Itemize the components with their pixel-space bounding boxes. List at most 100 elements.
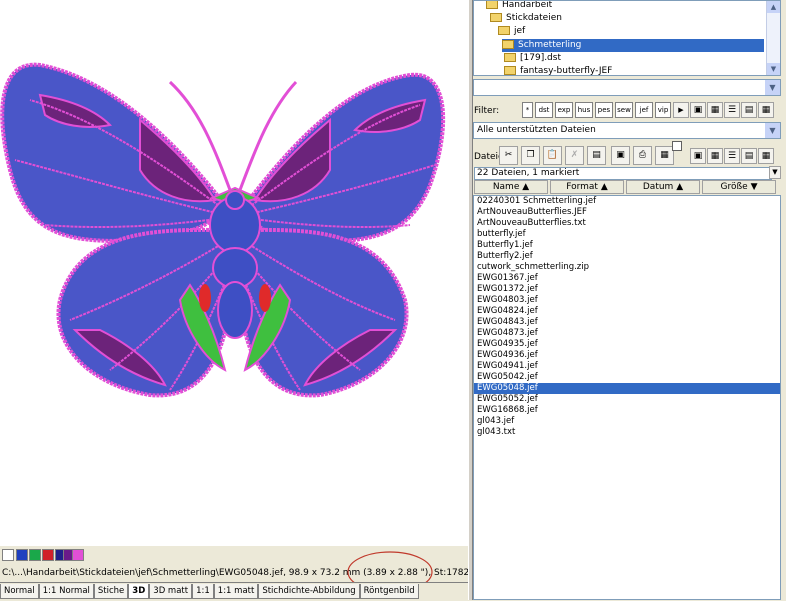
file-row[interactable]: 02240301 Schmetterling.jef bbox=[474, 196, 780, 207]
tree-item-label: Handarbeit bbox=[502, 0, 553, 10]
thumbnails-view-icon[interactable]: ▦ bbox=[758, 102, 774, 118]
new-folder-icon[interactable]: ▣ bbox=[611, 146, 630, 165]
filter-button[interactable]: sew bbox=[615, 102, 633, 118]
column-date[interactable]: Datum ▲ bbox=[626, 180, 700, 194]
embroidery-preview[interactable] bbox=[0, 0, 468, 546]
file-row[interactable]: EWG04936.jef bbox=[474, 350, 780, 361]
scroll-down-icon[interactable]: ▼ bbox=[767, 63, 780, 75]
right-forewing bbox=[242, 72, 446, 244]
view-tab[interactable]: 1:1 matt bbox=[213, 584, 259, 599]
filter-label: Filter: bbox=[474, 106, 500, 116]
details-view-icon[interactable]: ▤ bbox=[741, 102, 757, 118]
file-row[interactable]: butterfly.jef bbox=[474, 229, 780, 240]
chevron-down-icon[interactable]: ▼ bbox=[765, 80, 780, 95]
view-tab[interactable]: 3D bbox=[128, 584, 150, 599]
view-tab[interactable]: 1:1 Normal bbox=[38, 584, 94, 599]
thread-swatch[interactable] bbox=[29, 549, 41, 561]
column-size[interactable]: Größe ▼ bbox=[702, 180, 776, 194]
folder-icon bbox=[504, 66, 516, 75]
file-row[interactable]: ArtNouveauButterflies.JEF bbox=[474, 207, 780, 218]
file-row[interactable]: EWG04843.jef bbox=[474, 317, 780, 328]
view-tab[interactable]: Normal bbox=[0, 584, 39, 599]
file-row[interactable]: EWG16868.jef bbox=[474, 405, 780, 416]
scroll-up-icon[interactable]: ▲ bbox=[767, 1, 780, 13]
right-red-spot bbox=[259, 284, 271, 312]
file-row[interactable]: EWG01372.jef bbox=[474, 284, 780, 295]
filter-button[interactable]: hus bbox=[575, 102, 593, 118]
file-row[interactable]: EWG05048.jef bbox=[474, 383, 780, 394]
tree-item[interactable]: [179].dst bbox=[504, 52, 561, 65]
more-filters-arrow-icon[interactable]: ▶ bbox=[673, 102, 689, 118]
tree-item[interactable]: fantasy-butterfly-JEF bbox=[504, 65, 613, 76]
file-row[interactable]: EWG05042.jef bbox=[474, 372, 780, 383]
filter-value: Alle unterstützten Dateien bbox=[477, 125, 596, 135]
filter-button[interactable]: exp bbox=[555, 102, 573, 118]
file-row[interactable]: Butterfly2.jef bbox=[474, 251, 780, 262]
tree-item[interactable]: jef bbox=[498, 25, 525, 38]
checkbox[interactable] bbox=[672, 141, 682, 151]
properties-icon[interactable]: ▤ bbox=[587, 146, 606, 165]
file-row[interactable]: Butterfly1.jef bbox=[474, 240, 780, 251]
filter-button[interactable]: vip bbox=[655, 102, 671, 118]
folder-up-icon[interactable]: ▣ bbox=[690, 102, 706, 118]
file-row[interactable]: EWG04941.jef bbox=[474, 361, 780, 372]
small-icons-view-icon[interactable]: ▦ bbox=[707, 102, 723, 118]
delete-icon[interactable]: ✗ bbox=[565, 146, 584, 165]
folder-tree[interactable]: Handarbeit Stickdateien jef Schmetterling [1… bbox=[473, 0, 781, 76]
filter-button[interactable]: jef bbox=[635, 102, 653, 118]
filter-button[interactable]: pes bbox=[595, 102, 613, 118]
tree-scrollbar[interactable]: ▲ ▼ bbox=[766, 1, 780, 75]
file-list[interactable]: 02240301 Schmetterling.jef ArtNouveauButt… bbox=[473, 195, 781, 600]
print-icon[interactable]: ⎙ bbox=[633, 146, 652, 165]
tree-item-label: Stickdateien bbox=[506, 13, 562, 23]
file-row[interactable]: EWG04803.jef bbox=[474, 295, 780, 306]
chevron-down-icon[interactable]: ▼ bbox=[769, 166, 781, 179]
folder-icon bbox=[486, 1, 498, 9]
view-tab[interactable]: Stiche bbox=[93, 584, 129, 599]
view-tab[interactable]: 3D matt bbox=[149, 584, 193, 599]
head bbox=[225, 190, 245, 210]
column-format[interactable]: Format ▲ bbox=[550, 180, 624, 194]
file-row[interactable]: ArtNouveauButterflies.txt bbox=[474, 218, 780, 229]
path-combo[interactable]: ▼ bbox=[473, 79, 781, 96]
cut-icon[interactable]: ✂ bbox=[499, 146, 518, 165]
thread-swatch[interactable] bbox=[72, 549, 84, 561]
file-row[interactable]: EWG04873.jef bbox=[474, 328, 780, 339]
view-tab[interactable]: Röntgenbild bbox=[359, 584, 419, 599]
view-tab[interactable]: 1:1 bbox=[192, 584, 214, 599]
filter-combo[interactable]: Alle unterstützten Dateien ▼ bbox=[473, 122, 781, 139]
tree-item[interactable]: Handarbeit bbox=[486, 0, 553, 12]
file-row[interactable]: gl043.jef bbox=[474, 416, 780, 427]
details-view-icon[interactable]: ▤ bbox=[741, 148, 757, 164]
view-tab[interactable]: Stichdichte-Abbildung bbox=[258, 584, 360, 599]
tree-item[interactable]: Schmetterling bbox=[502, 39, 764, 52]
view-tabs: Normal 1:1 Normal Stiche 3D 3D matt 1:1 1:1 ma… bbox=[0, 582, 468, 601]
list-view-icon[interactable]: ☰ bbox=[724, 148, 740, 164]
file-row[interactable]: gl043.txt bbox=[474, 427, 780, 438]
file-row[interactable]: EWG04824.jef bbox=[474, 306, 780, 317]
small-icons-view-icon[interactable]: ▦ bbox=[707, 148, 723, 164]
file-row[interactable]: EWG05052.jef bbox=[474, 394, 780, 405]
folder-icon bbox=[504, 53, 516, 62]
copy-icon[interactable]: ❐ bbox=[521, 146, 540, 165]
file-row[interactable]: EWG01367.jef bbox=[474, 273, 780, 284]
file-row[interactable]: cutwork_schmetterling.zip bbox=[474, 262, 780, 273]
filter-button[interactable]: * bbox=[522, 102, 533, 118]
column-name[interactable]: Name ▲ bbox=[474, 180, 548, 194]
tree-item-label: fantasy-butterfly-JEF bbox=[520, 66, 613, 76]
thumbnails-view-icon[interactable]: ▦ bbox=[758, 148, 774, 164]
file-row[interactable]: EWG04935.jef bbox=[474, 339, 780, 350]
thread-swatch[interactable] bbox=[2, 549, 14, 561]
tree-item-label: [179].dst bbox=[520, 53, 561, 63]
list-view-icon[interactable]: ☰ bbox=[724, 102, 740, 118]
folder-up-icon[interactable]: ▣ bbox=[690, 148, 706, 164]
tree-item[interactable]: Stickdateien bbox=[490, 12, 562, 25]
chevron-down-icon[interactable]: ▼ bbox=[765, 123, 780, 138]
folder-icon bbox=[490, 13, 502, 22]
tree-item-label: jef bbox=[514, 26, 526, 36]
thread-swatch[interactable] bbox=[16, 549, 28, 561]
left-red-spot bbox=[199, 284, 211, 312]
thread-swatch[interactable] bbox=[42, 549, 54, 561]
filter-button[interactable]: dst bbox=[535, 102, 553, 118]
paste-icon[interactable]: 📋 bbox=[543, 146, 562, 165]
